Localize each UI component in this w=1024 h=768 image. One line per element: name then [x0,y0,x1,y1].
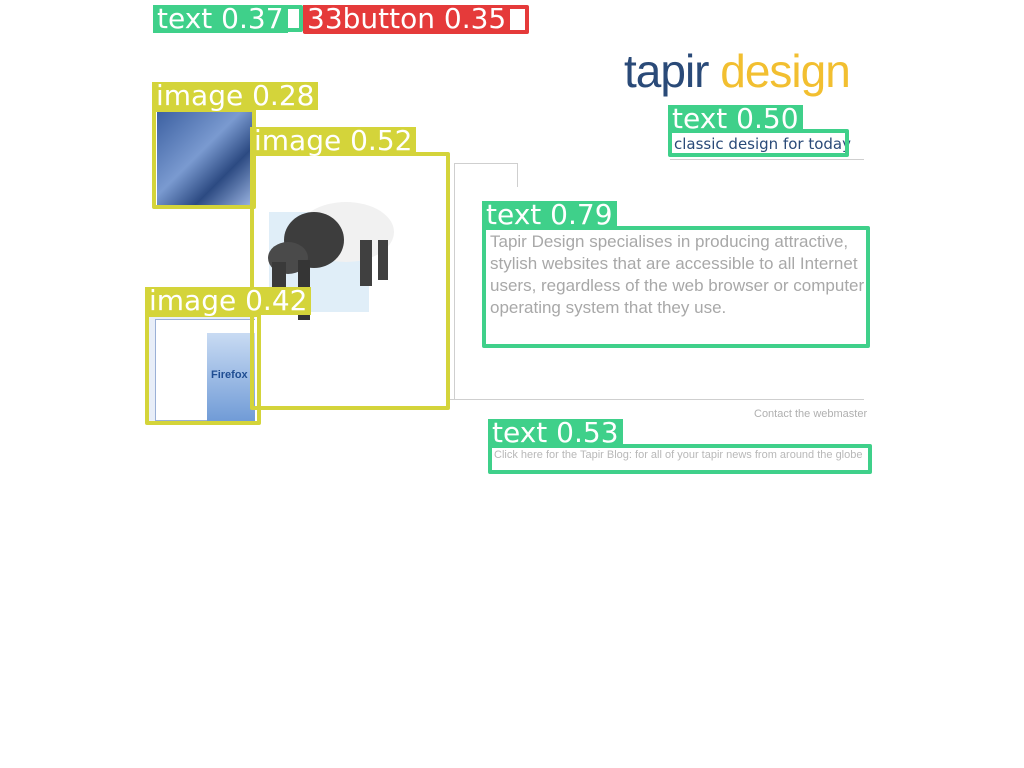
contact-webmaster-link[interactable]: Contact the webmaster [754,408,867,420]
detection-label-image-2: image 0.52 [250,127,417,155]
connector-arrow [517,163,518,187]
detection-box-image-3 [145,313,261,425]
detection-box-image-2 [250,152,450,410]
vertical-divider [454,163,455,399]
detection-label-text-3: text 0.79 [482,201,617,229]
header-divider [670,159,864,160]
detection-label-image-3: image 0.42 [145,287,312,315]
detection-label-text-1: text 0.37 [153,5,288,33]
detection-box-text-3 [482,226,870,348]
logo-word-tapir: tapir [624,45,709,97]
detection-box-image-1 [152,108,256,209]
connector-line [454,163,518,164]
detection-label-text-4: text 0.53 [488,419,623,447]
site-logo[interactable]: tapir design [624,44,851,98]
detection-label-text-2: text 0.50 [668,105,803,133]
detection-label-image-1: image 0.28 [152,82,319,110]
logo-word-design: design [720,45,851,97]
detection-label-button: 33button 0.35 [303,5,511,33]
